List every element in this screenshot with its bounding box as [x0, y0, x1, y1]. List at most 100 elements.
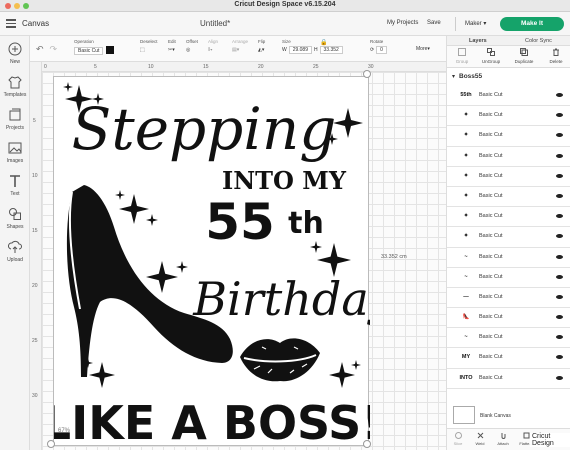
- eye-icon[interactable]: [556, 133, 563, 138]
- tool-label: Shapes: [6, 224, 24, 230]
- eye-icon[interactable]: [556, 113, 563, 118]
- layer-thumbnail: ✦: [463, 213, 469, 220]
- layer-row[interactable]: 55th Basic Cut: [447, 86, 570, 107]
- duplicate-button[interactable]: Duplicate: [511, 48, 537, 65]
- my-projects-button[interactable]: My Projects: [387, 20, 418, 26]
- eye-icon[interactable]: [556, 254, 563, 259]
- flip-label: Flip: [258, 39, 266, 44]
- height-label: H: [313, 47, 318, 53]
- make-it-button[interactable]: Make It: [500, 17, 564, 31]
- layer-row[interactable]: MY Basic Cut: [447, 348, 570, 369]
- lock-icon[interactable]: 🔒: [320, 39, 327, 46]
- height-dimension-label: 33.352 cm: [381, 254, 407, 260]
- eye-icon[interactable]: [556, 93, 563, 97]
- arrange-group[interactable]: Arrange ▤▾: [232, 39, 248, 53]
- weld-button[interactable]: Weld: [469, 432, 491, 447]
- eye-icon[interactable]: [556, 294, 563, 299]
- layer-thumbnail: ~: [464, 253, 468, 260]
- selection-handle[interactable]: [363, 70, 371, 78]
- layer-row[interactable]: ✦ Basic Cut: [447, 227, 570, 248]
- eye-icon[interactable]: [556, 335, 563, 340]
- operation-select[interactable]: Basic Cut: [74, 46, 104, 55]
- eye-icon[interactable]: [556, 193, 563, 198]
- tool-upload[interactable]: Upload: [0, 240, 30, 263]
- offset-group[interactable]: Offset ◎: [186, 39, 198, 53]
- machine-select[interactable]: Maker ▾: [465, 20, 486, 27]
- tool-new[interactable]: New: [0, 42, 30, 65]
- text-icon: [10, 175, 20, 187]
- tool-text[interactable]: Text: [0, 174, 30, 197]
- tab-layers[interactable]: Layers: [469, 38, 487, 44]
- resize-handle[interactable]: [363, 440, 371, 448]
- selection-handle[interactable]: [47, 440, 55, 448]
- tool-label: Templates: [3, 92, 27, 98]
- offset-label: Offset: [186, 39, 198, 44]
- document-title[interactable]: Untitled*: [200, 19, 230, 28]
- height-input[interactable]: 33.352: [319, 46, 343, 54]
- layer-row[interactable]: ~ Basic Cut: [447, 248, 570, 268]
- layer-group-row[interactable]: ▾ Boss55: [447, 72, 570, 83]
- layer-row[interactable]: ~ Basic Cut: [447, 328, 570, 349]
- deselect-group[interactable]: Deselect ⬚: [140, 39, 158, 53]
- redo-icon[interactable]: ↷: [50, 44, 58, 54]
- eye-icon[interactable]: [556, 173, 563, 178]
- design-artwork: Stepping INTO MY 55 th Birthday LIKE A B…: [42, 82, 396, 450]
- edit-group[interactable]: Edit ✂▾: [168, 39, 176, 53]
- layer-thumbnail: —: [463, 293, 469, 300]
- layer-row[interactable]: ✦ Basic Cut: [447, 187, 570, 208]
- layer-operation: Basic Cut: [479, 374, 503, 381]
- layer-row[interactable]: ✦ Basic Cut: [447, 126, 570, 147]
- save-button[interactable]: Save: [427, 20, 441, 26]
- eye-icon[interactable]: [556, 234, 563, 239]
- layer-thumbnail: 55th: [460, 92, 472, 98]
- layer-operation: Basic Cut: [479, 213, 503, 220]
- attach-button[interactable]: Attach: [492, 432, 514, 447]
- eye-icon[interactable]: [556, 153, 563, 158]
- more-button[interactable]: More▾: [416, 45, 430, 52]
- eye-icon[interactable]: [556, 355, 563, 360]
- rotate-input[interactable]: 0: [376, 46, 387, 54]
- blank-canvas-row[interactable]: Blank Canvas: [447, 406, 570, 428]
- layer-row[interactable]: ✦ Basic Cut: [447, 167, 570, 187]
- eye-icon[interactable]: [556, 375, 563, 380]
- delete-button[interactable]: Delete: [543, 48, 569, 65]
- canvas-label: Canvas: [22, 19, 50, 28]
- ungroup-button[interactable]: UnGroup: [478, 48, 504, 65]
- eye-icon[interactable]: [556, 214, 563, 219]
- layer-row[interactable]: ✦ Basic Cut: [447, 147, 570, 167]
- layer-row[interactable]: 👠 Basic Cut: [447, 308, 570, 329]
- tab-color-sync[interactable]: Color Sync: [525, 38, 552, 44]
- layer-row[interactable]: ~ Basic Cut: [447, 268, 570, 288]
- shapes-icon: [9, 208, 21, 220]
- layer-row[interactable]: — Basic Cut: [447, 288, 570, 309]
- eye-icon[interactable]: [556, 274, 563, 279]
- tool-projects[interactable]: Projects: [0, 108, 30, 131]
- tool-images[interactable]: Images: [0, 141, 30, 164]
- group-button[interactable]: Group: [449, 48, 475, 65]
- undo-icon[interactable]: ↶: [36, 44, 44, 54]
- tool-templates[interactable]: Templates: [0, 75, 30, 98]
- color-swatch[interactable]: [106, 46, 115, 54]
- layer-thumbnail: ✦: [463, 192, 469, 199]
- width-input[interactable]: 29.089: [288, 46, 312, 54]
- tool-label: Images: [6, 158, 24, 164]
- design-text-stepping: Stepping: [72, 95, 337, 163]
- slice-icon: [454, 432, 462, 439]
- align-group[interactable]: Align ⫴▾: [208, 39, 218, 53]
- layer-row[interactable]: INTO Basic Cut: [447, 369, 570, 389]
- group-icon: [458, 48, 466, 56]
- tool-shapes[interactable]: Shapes: [0, 207, 30, 230]
- action-label: Group: [455, 59, 469, 64]
- eye-icon[interactable]: [556, 315, 563, 320]
- flip-group[interactable]: Flip ◭▾: [258, 39, 265, 53]
- ruler-mark: 15: [32, 228, 38, 234]
- selected-design[interactable]: Stepping INTO MY 55 th Birthday LIKE A B…: [42, 76, 396, 450]
- tool-label: Text: [10, 191, 20, 197]
- layer-row[interactable]: ✦ Basic Cut: [447, 106, 570, 127]
- chevron-down-icon[interactable]: ▾: [452, 73, 455, 80]
- ruler-mark: 20: [258, 64, 264, 70]
- slice-button[interactable]: Slice: [447, 432, 469, 447]
- menu-icon[interactable]: [6, 19, 16, 28]
- blank-canvas-swatch[interactable]: [453, 406, 475, 424]
- layer-row[interactable]: ✦ Basic Cut: [447, 207, 570, 228]
